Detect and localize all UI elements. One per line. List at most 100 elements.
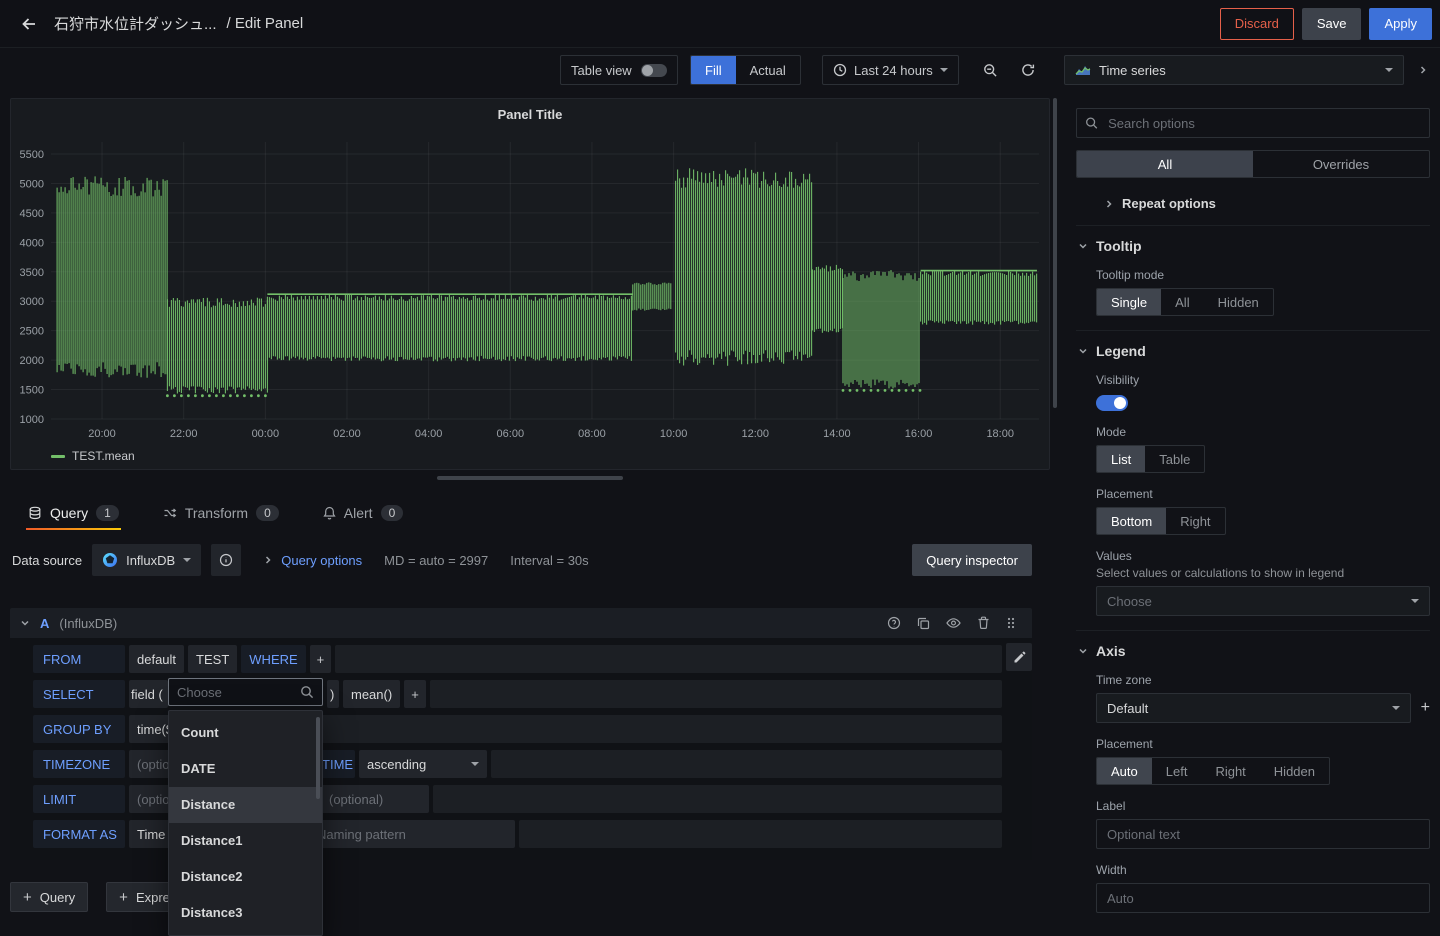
tab-alert[interactable]: Alert 0: [321, 496, 405, 530]
query-keyword[interactable]: FORMAT AS: [33, 820, 125, 848]
datasource-name: InfluxDB: [126, 553, 175, 568]
axis-width-field[interactable]: [1096, 883, 1430, 913]
add-segment-button[interactable]: +: [310, 645, 332, 673]
tooltip-mode-single[interactable]: Single: [1097, 289, 1161, 315]
legend-mode-table[interactable]: Table: [1145, 446, 1204, 472]
query-keyword[interactable]: LIMIT: [33, 785, 125, 813]
axis-section-header[interactable]: Axis: [1076, 643, 1430, 659]
dropdown-scrollbar[interactable]: [316, 717, 320, 799]
chevron-right-icon: [1104, 199, 1114, 209]
legend-series-swatch: [51, 455, 65, 458]
main-scrollbar[interactable]: [1053, 98, 1057, 408]
table-view-control[interactable]: Table view: [560, 55, 678, 85]
axis-placement-right[interactable]: Right: [1201, 758, 1259, 784]
tab-transform[interactable]: Transform 0: [161, 496, 281, 530]
panel-resize-handle[interactable]: [437, 476, 623, 480]
chevron-right-icon: [1418, 65, 1428, 75]
query-options-toggle[interactable]: Query options: [263, 553, 362, 568]
legend-placement-right[interactable]: Right: [1166, 508, 1224, 534]
chevron-down-icon: [940, 68, 948, 72]
axis-label-input[interactable]: [1105, 826, 1421, 843]
svg-text:4000: 4000: [20, 237, 44, 249]
axis-label-field[interactable]: [1096, 819, 1430, 849]
query-segment-placeholder[interactable]: (optional): [321, 785, 429, 813]
save-button[interactable]: Save: [1302, 8, 1362, 40]
axis-placement-hidden[interactable]: Hidden: [1260, 758, 1329, 784]
apply-button[interactable]: Apply: [1369, 8, 1432, 40]
dropdown-option[interactable]: Count: [169, 715, 322, 751]
svg-text:02:00: 02:00: [333, 428, 361, 440]
options-search[interactable]: [1076, 108, 1430, 138]
help-icon[interactable]: [887, 616, 901, 630]
header-actions: Discard Save Apply: [1220, 8, 1432, 40]
axis-placement-auto[interactable]: Auto: [1097, 758, 1152, 784]
add-query-button[interactable]: + Query: [10, 882, 88, 912]
dropdown-option[interactable]: DATE: [169, 751, 322, 787]
datasource-picker[interactable]: InfluxDB: [92, 544, 201, 576]
svg-text:04:00: 04:00: [415, 428, 443, 440]
svg-text:4500: 4500: [20, 208, 44, 220]
query-segment[interactable]: field (: [129, 680, 168, 708]
tooltip-mode-all[interactable]: All: [1161, 289, 1203, 315]
dropdown-option[interactable]: Distance3: [169, 895, 322, 931]
query-row-header[interactable]: A (InfluxDB): [10, 608, 1032, 638]
tooltip-mode-hidden[interactable]: Hidden: [1204, 289, 1273, 315]
query-segment[interactable]: TEST: [188, 645, 237, 673]
tab-overrides[interactable]: Overrides: [1253, 151, 1429, 177]
dashboard-title[interactable]: 石狩市水位計ダッシュ...: [54, 13, 217, 34]
add-timezone-button[interactable]: +: [1421, 699, 1430, 717]
query-keyword[interactable]: GROUP BY: [33, 715, 125, 743]
query-inspector-button[interactable]: Query inspector: [912, 544, 1032, 576]
zoom-out-button[interactable]: [974, 55, 1006, 85]
refresh-button[interactable]: [1012, 55, 1044, 85]
table-view-toggle[interactable]: [641, 64, 667, 77]
collapse-options-button[interactable]: [1410, 55, 1436, 85]
options-search-input[interactable]: [1106, 115, 1421, 132]
datasource-info-button[interactable]: [211, 544, 241, 576]
dropdown-option[interactable]: Distance1: [169, 823, 322, 859]
dropdown-option[interactable]: Distance2: [169, 859, 322, 895]
repeat-options-toggle[interactable]: Repeat options: [1076, 196, 1430, 211]
toggle-text-edit-mode-button[interactable]: [1006, 643, 1032, 671]
query-segment-placeholder[interactable]: Naming pattern: [309, 820, 515, 848]
legend-placement-bottom[interactable]: Bottom: [1097, 508, 1166, 534]
duplicate-icon[interactable]: [917, 617, 930, 630]
query-segment[interactable]: mean(): [343, 680, 400, 708]
query-segment[interactable]: ): [327, 680, 339, 708]
trash-icon[interactable]: [977, 616, 990, 630]
hide-response-eye-icon[interactable]: [946, 617, 961, 629]
axis-placement-left[interactable]: Left: [1152, 758, 1202, 784]
dropdown-option[interactable]: Distance: [169, 787, 322, 823]
axis-timezone-label: Time zone: [1096, 673, 1430, 687]
query-segment-select[interactable]: ascending: [359, 750, 487, 778]
drag-handle-icon[interactable]: [1006, 616, 1016, 630]
tab-all[interactable]: All: [1077, 151, 1253, 177]
svg-text:1000: 1000: [20, 414, 44, 426]
visualization-picker[interactable]: Time series: [1064, 55, 1404, 85]
time-range-picker[interactable]: Last 24 hours: [822, 55, 959, 85]
axis-timezone-select[interactable]: Default: [1096, 693, 1411, 723]
query-keyword[interactable]: FROM: [33, 645, 125, 673]
legend-visibility-toggle[interactable]: [1096, 395, 1128, 411]
svg-text:16:00: 16:00: [905, 428, 933, 440]
panel-title[interactable]: Panel Title: [11, 107, 1049, 122]
fill-actual-group: Fill Actual: [690, 55, 801, 85]
tooltip-section-header[interactable]: Tooltip: [1076, 238, 1430, 254]
chart-legend[interactable]: TEST.mean: [51, 449, 135, 463]
actual-button[interactable]: Actual: [736, 56, 800, 84]
query-keyword[interactable]: WHERE: [241, 645, 305, 673]
legend-section-header[interactable]: Legend: [1076, 343, 1430, 359]
axis-width-input[interactable]: [1105, 890, 1421, 907]
legend-mode-list[interactable]: List: [1097, 446, 1145, 472]
fill-button[interactable]: Fill: [691, 56, 736, 84]
tab-query[interactable]: Query 1: [26, 496, 121, 530]
add-segment-button[interactable]: +: [404, 680, 426, 708]
query-segment[interactable]: default: [129, 645, 184, 673]
field-select-input[interactable]: Choose: [168, 678, 323, 706]
discard-button[interactable]: Discard: [1220, 8, 1294, 40]
query-keyword[interactable]: SELECT: [33, 680, 125, 708]
query-keyword[interactable]: TIMEZONE: [33, 750, 125, 778]
legend-values-select[interactable]: Choose: [1096, 586, 1430, 616]
back-button[interactable]: [12, 7, 46, 41]
tooltip-mode-label: Tooltip mode: [1096, 268, 1430, 282]
